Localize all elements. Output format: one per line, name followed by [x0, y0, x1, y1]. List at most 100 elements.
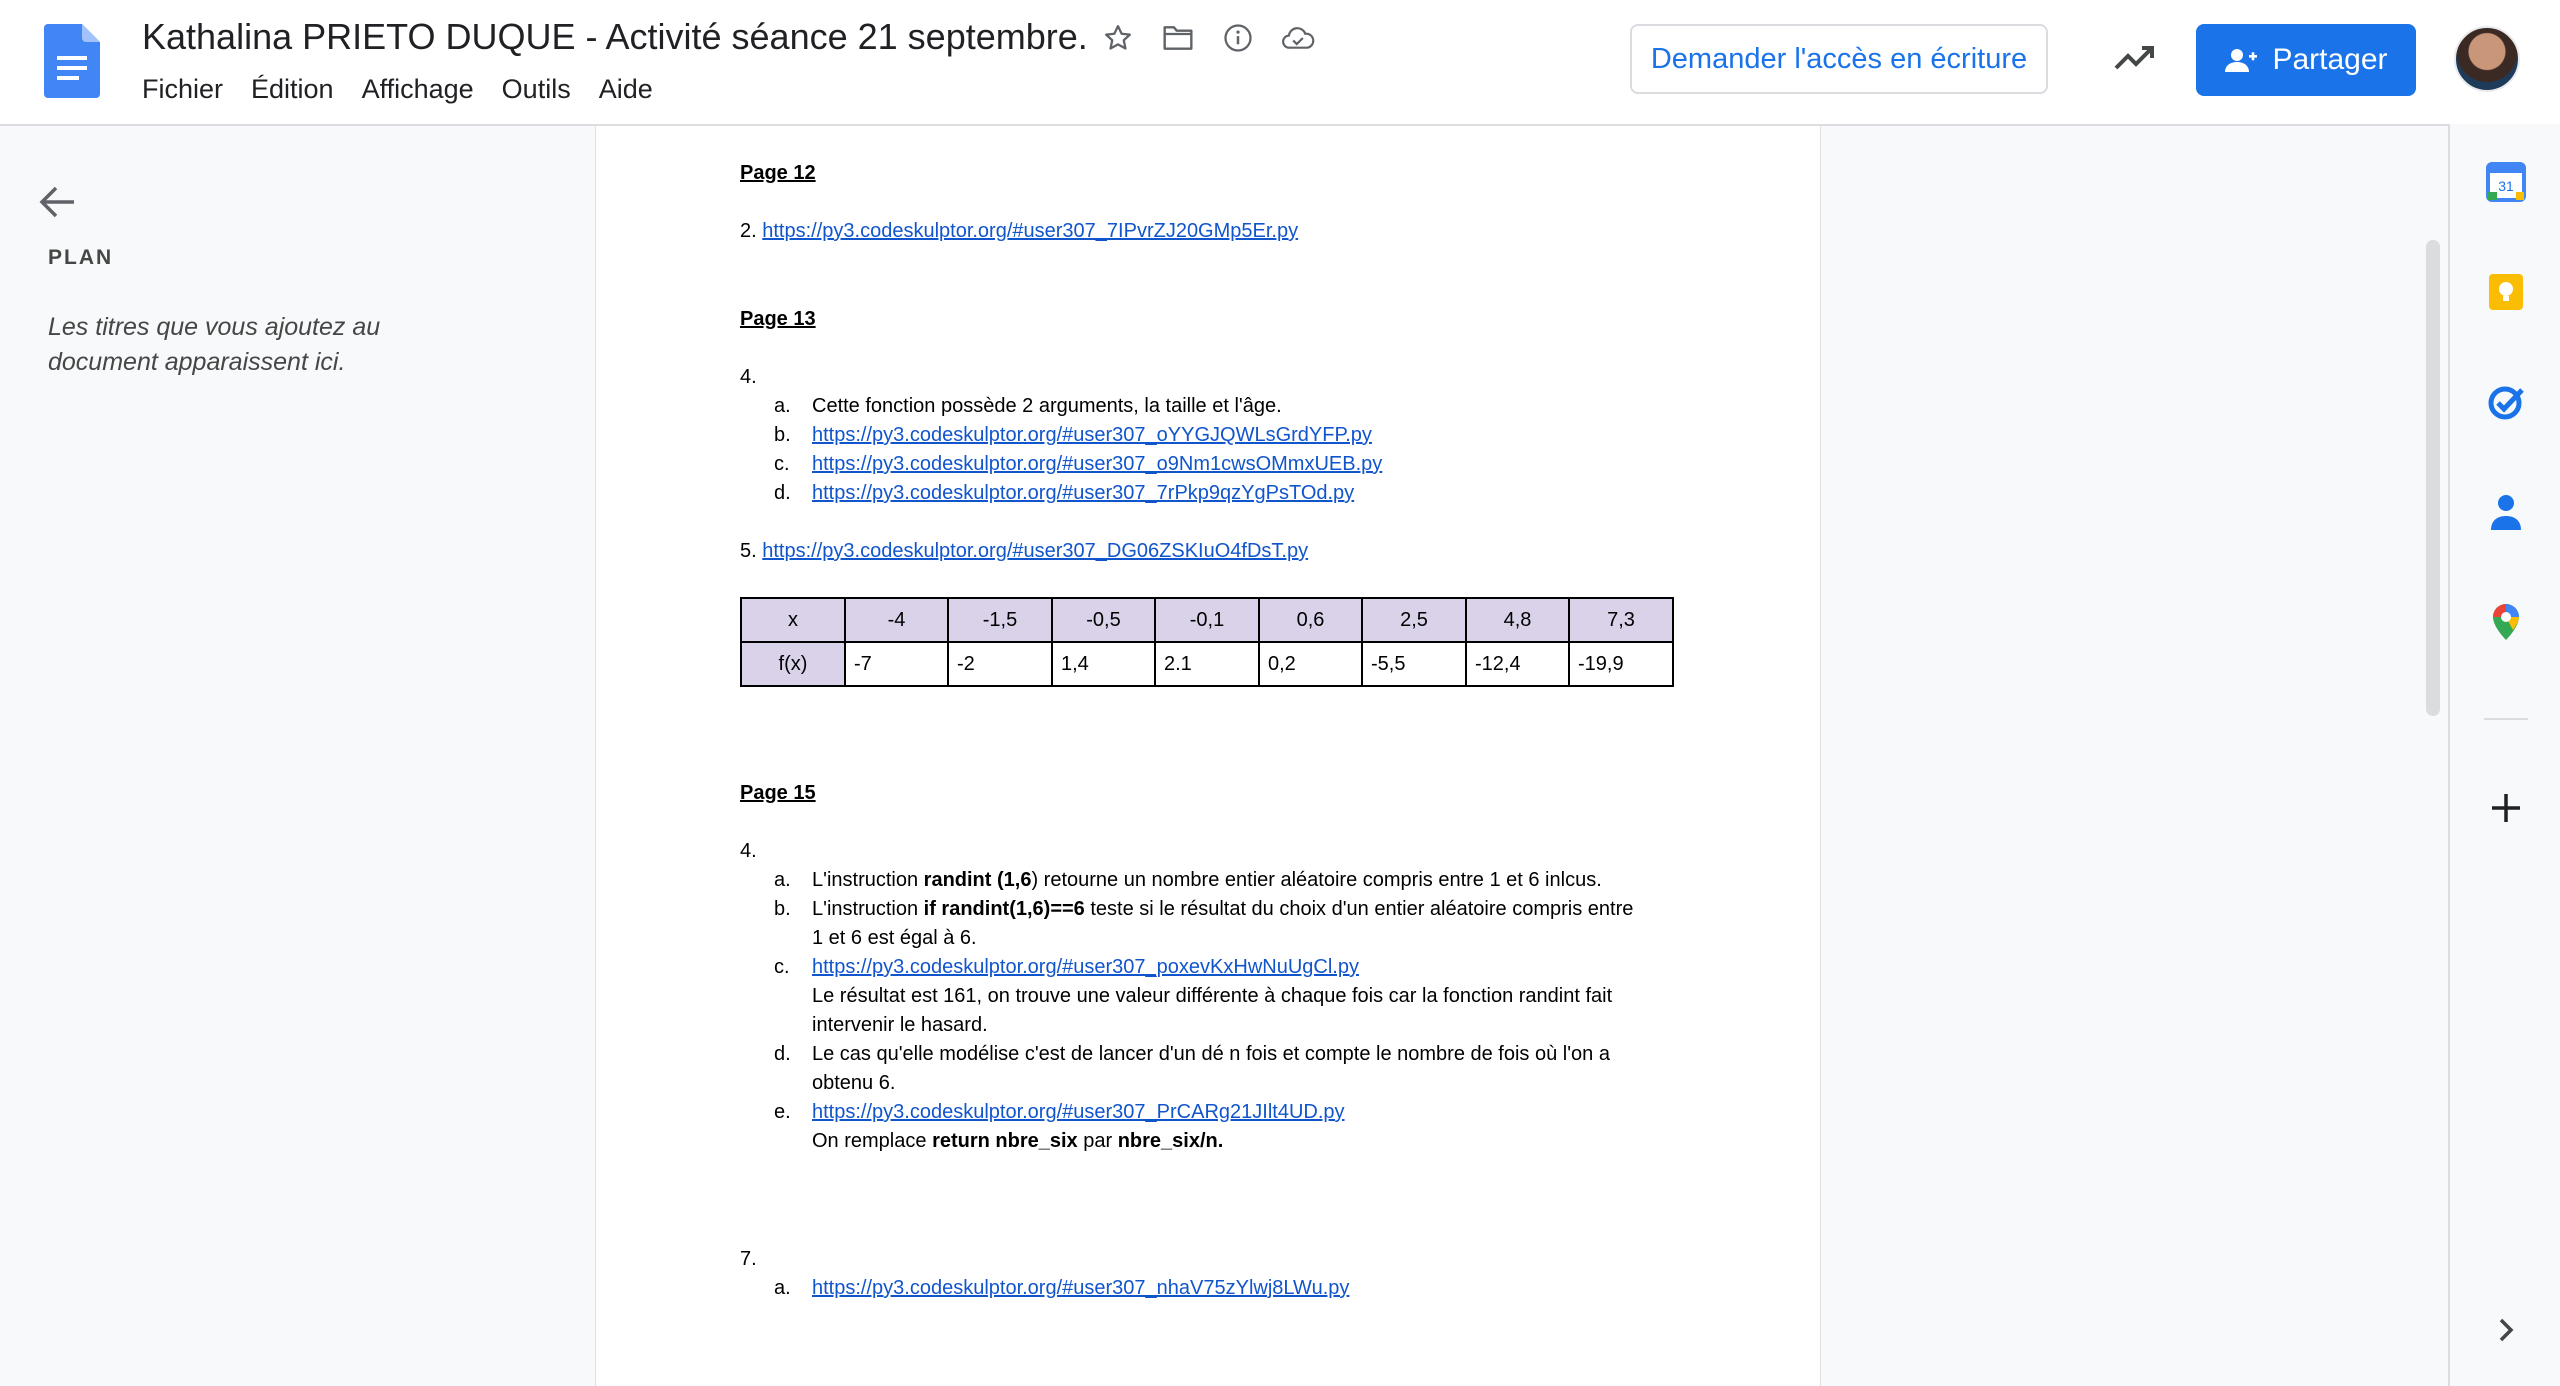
- list-item-text: On remplace return nbre_six par nbre_six…: [812, 1130, 1223, 1153]
- list-marker: d.: [774, 1043, 791, 1065]
- list-marker: a.: [774, 869, 791, 891]
- text-run: On remplace: [812, 1130, 933, 1152]
- scrollbar-thumb[interactable]: [2426, 240, 2440, 716]
- codeskulptor-link[interactable]: https://py3.codeskulptor.org/#user307_po…: [812, 956, 1359, 979]
- table-cell: -2: [947, 641, 1053, 687]
- text-run-bold: nbre_six/n.: [1117, 1130, 1224, 1152]
- list-marker: b.: [774, 424, 791, 446]
- share-label: Partager: [2272, 43, 2388, 76]
- table-cell: -4: [844, 597, 949, 643]
- heading-page-15: Page 15: [740, 782, 816, 804]
- star-icon[interactable]: [1100, 20, 1136, 56]
- outline-hint: Les titres que vous ajoutez au document …: [48, 313, 381, 376]
- text-run: ) retourne un nombre entier aléatoire co…: [1031, 869, 1602, 891]
- text-run: L'instruction: [812, 898, 924, 920]
- table-cell: 0,2: [1258, 641, 1363, 687]
- list-item-text: 1 et 6 est égal à 6.: [812, 927, 977, 949]
- codeskulptor-link[interactable]: https://py3.codeskulptor.org/#user307_7I…: [762, 220, 1298, 242]
- table-row: x -4 -1,5 -0,5 -0,1 0,6 2,5 4,8 7,3: [740, 597, 1674, 643]
- contacts-icon[interactable]: [2486, 492, 2526, 532]
- codeskulptor-link[interactable]: https://py3.codeskulptor.org/#user307_nh…: [812, 1277, 1349, 1300]
- table-cell: 0,6: [1258, 597, 1363, 643]
- side-panel-divider: [2484, 718, 2528, 720]
- text-run-bold: return nbre_six: [932, 1130, 1078, 1152]
- codeskulptor-link[interactable]: https://py3.codeskulptor.org/#user307_DG…: [762, 540, 1308, 562]
- person-add-icon: [2225, 49, 2258, 72]
- codeskulptor-link[interactable]: https://py3.codeskulptor.org/#user307_Pr…: [812, 1101, 1345, 1124]
- list-item-text: L'instruction randint (1,6) retourne un …: [812, 869, 1602, 892]
- list-number: 7.: [740, 1248, 757, 1270]
- table-cell: 7,3: [1568, 597, 1674, 643]
- menu-help[interactable]: Aide: [599, 74, 653, 105]
- text-run: L'instruction: [812, 869, 924, 891]
- tasks-icon[interactable]: [2486, 382, 2526, 422]
- side-panel: 31: [2448, 124, 2560, 1386]
- table-cell: -5,5: [1361, 641, 1467, 687]
- outline-title: PLAN: [48, 246, 114, 269]
- list-item-text: Le résultat est 161, on trouve une valeu…: [812, 985, 1613, 1007]
- document-page[interactable]: Page 12 2. https://py3.codeskulptor.org/…: [596, 126, 1820, 1386]
- list-item-text: obtenu 6.: [812, 1072, 896, 1094]
- menu-view[interactable]: Affichage: [362, 74, 474, 105]
- table-cell: -12,4: [1465, 641, 1570, 687]
- table-cell: -19,9: [1568, 641, 1674, 687]
- menu-file[interactable]: Fichier: [142, 74, 223, 105]
- title-actions: [1100, 20, 1316, 56]
- table-cell: -0,5: [1051, 597, 1156, 643]
- list-item: 5. https://py3.codeskulptor.org/#user307…: [740, 540, 1308, 563]
- keep-icon[interactable]: [2486, 272, 2526, 312]
- trending-activity-icon[interactable]: [2112, 38, 2158, 78]
- move-folder-icon[interactable]: [1160, 20, 1196, 56]
- calendar-icon[interactable]: 31: [2486, 162, 2526, 202]
- list-marker: a.: [774, 395, 791, 417]
- list-number: 4.: [740, 366, 757, 388]
- table-cell: x: [740, 597, 846, 643]
- app-header: Kathalina PRIETO DUQUE - Activité séance…: [0, 0, 2560, 126]
- add-icon[interactable]: [2486, 788, 2526, 828]
- share-button[interactable]: Partager: [2196, 24, 2416, 96]
- codeskulptor-link[interactable]: https://py3.codeskulptor.org/#user307_o9…: [812, 453, 1382, 476]
- codeskulptor-link[interactable]: https://py3.codeskulptor.org/#user307_7r…: [812, 482, 1354, 505]
- request-edit-access-button[interactable]: Demander l'accès en écriture: [1630, 24, 2048, 94]
- table-cell: 4,8: [1465, 597, 1570, 643]
- text-run-bold: if randint(1,6)==6: [923, 898, 1085, 920]
- table-cell: 1,4: [1051, 641, 1156, 687]
- list-marker: b.: [774, 898, 791, 920]
- back-arrow-icon[interactable]: [36, 180, 80, 224]
- expand-icon[interactable]: [2486, 1310, 2526, 1350]
- list-marker: c.: [774, 956, 790, 978]
- info-icon[interactable]: [1220, 20, 1256, 56]
- table-cell: -1,5: [947, 597, 1053, 643]
- list-number: 5.: [740, 540, 757, 562]
- list-item-text: Le cas qu'elle modélise c'est de lancer …: [812, 1043, 1610, 1065]
- cloud-status-icon[interactable]: [1280, 20, 1316, 56]
- list-marker: a.: [774, 1277, 791, 1299]
- table-cell: 2,5: [1361, 597, 1467, 643]
- list-item-text: intervenir le hasard.: [812, 1014, 988, 1036]
- values-table: x -4 -1,5 -0,5 -0,1 0,6 2,5 4,8 7,3 f(x)…: [740, 597, 1674, 687]
- svg-text:31: 31: [2498, 178, 2514, 194]
- heading-page-13: Page 13: [740, 308, 816, 330]
- menu-tools[interactable]: Outils: [502, 74, 571, 105]
- list-number: 2.: [740, 220, 757, 242]
- table-cell: f(x): [740, 641, 846, 687]
- list-item: 2. https://py3.codeskulptor.org/#user307…: [740, 220, 1298, 243]
- list-item-text: L'instruction if randint(1,6)==6 teste s…: [812, 898, 1633, 921]
- docs-logo-icon[interactable]: [44, 24, 100, 98]
- table-cell: 2.1: [1154, 641, 1260, 687]
- list-marker: c.: [774, 453, 790, 475]
- menu-edit[interactable]: Édition: [251, 74, 334, 105]
- text-run: teste si le résultat du choix d'un entie…: [1084, 898, 1634, 920]
- maps-icon[interactable]: [2486, 602, 2526, 642]
- heading-page-12: Page 12: [740, 162, 816, 184]
- table-cell: -7: [844, 641, 949, 687]
- text-run: par: [1077, 1130, 1118, 1152]
- list-marker: d.: [774, 482, 791, 504]
- text-run-bold: randint (1,6: [923, 869, 1032, 891]
- list-item-text: Cette fonction possède 2 arguments, la t…: [812, 395, 1282, 417]
- list-marker: e.: [774, 1101, 791, 1123]
- avatar[interactable]: [2454, 26, 2520, 92]
- codeskulptor-link[interactable]: https://py3.codeskulptor.org/#user307_oY…: [812, 424, 1372, 447]
- document-title[interactable]: Kathalina PRIETO DUQUE - Activité séance…: [142, 16, 1088, 58]
- table-cell: -0,1: [1154, 597, 1260, 643]
